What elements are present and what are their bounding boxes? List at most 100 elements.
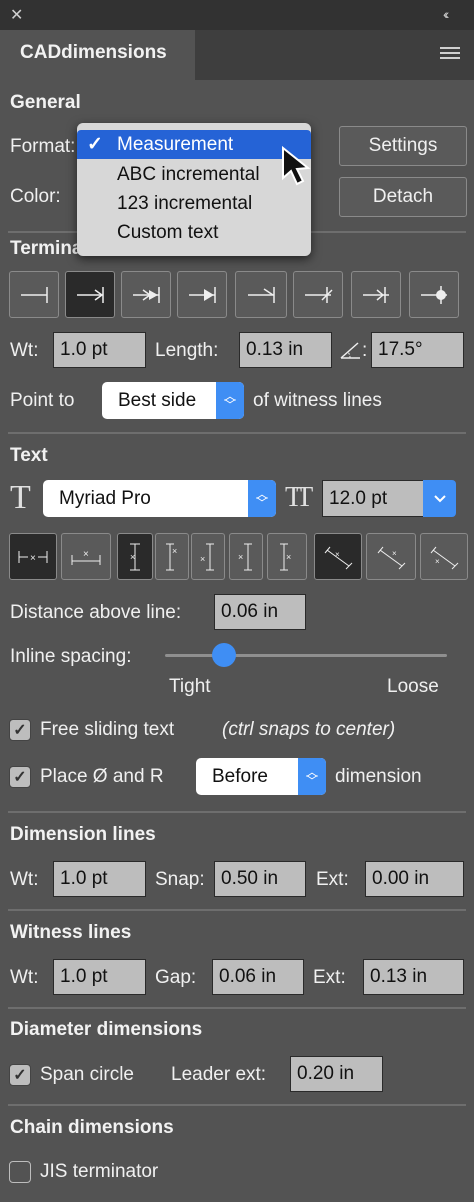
font-select[interactable]: Myriad Pro ︿ ﹀ — [43, 480, 276, 517]
terminator-arrow-in-icon — [77, 286, 104, 303]
slider-thumb[interactable] — [212, 643, 237, 667]
format-option-custom-text[interactable]: Custom text — [77, 218, 311, 247]
snap-field[interactable]: 0.50 in — [214, 861, 306, 897]
point-to-value: Best side — [118, 389, 197, 411]
divider — [8, 1104, 466, 1106]
settings-button[interactable]: Settings — [339, 126, 467, 166]
snap-label: Snap: — [155, 869, 205, 890]
font-size-field[interactable]: 12.0 pt — [322, 480, 424, 517]
svg-text:×: × — [200, 554, 205, 564]
checkmark-icon: ✓ — [13, 769, 27, 786]
terminator-slash-icon — [305, 286, 333, 303]
format-label: Format: — [10, 136, 76, 157]
place-symbol-select[interactable]: Before ︿ ﹀ — [196, 758, 326, 795]
terminator-wt-field[interactable]: 1.0 pt — [53, 332, 146, 368]
chevron-updown-icon: ︿ ﹀ — [298, 758, 326, 795]
chevron-updown-icon: ︿ ﹀ — [216, 382, 244, 419]
svg-text:×: × — [83, 549, 89, 560]
terminator-filled-arrow-button[interactable] — [177, 271, 227, 318]
terminator-open-arrow-button[interactable] — [235, 271, 287, 318]
format-option-label: ABC incremental — [117, 163, 260, 185]
terminator-slash-button[interactable] — [293, 271, 343, 318]
svg-text:×: × — [286, 552, 291, 562]
text-vertical-4-icon: × — [238, 543, 252, 570]
section-witness-lines-title: Witness lines — [10, 922, 132, 943]
leader-ext-field[interactable]: 0.20 in — [290, 1056, 383, 1092]
text-aligned-1-icon: × — [324, 546, 353, 569]
witness-ext-label: Ext: — [313, 967, 346, 988]
tab-caddimensions[interactable]: CADdimensions — [0, 30, 195, 82]
svg-text:×: × — [238, 552, 243, 562]
checkmark-icon: ✓ — [87, 134, 103, 155]
format-option-123-incremental[interactable]: 123 incremental — [77, 189, 311, 218]
place-symbol-checkbox[interactable]: ✓ — [9, 766, 31, 788]
detach-button[interactable]: Detach — [339, 177, 467, 217]
section-text-title: Text — [10, 445, 48, 466]
text-above-icon: × — [71, 549, 101, 565]
terminator-angle-field[interactable]: 17.5° — [371, 332, 464, 368]
place-symbol-suffix: dimension — [335, 766, 422, 787]
terminator-arrow-slash-icon — [363, 286, 389, 303]
text-vertical-2-button[interactable]: × — [155, 533, 189, 580]
free-sliding-label: Free sliding text — [40, 719, 175, 740]
gap-field[interactable]: 0.06 in — [212, 959, 304, 995]
dimension-ext-field[interactable]: 0.00 in — [365, 861, 464, 897]
distance-above-line-field[interactable]: 0.06 in — [214, 594, 306, 630]
terminator-double-arrow-icon — [133, 286, 160, 303]
format-option-measurement[interactable]: ✓ Measurement — [77, 130, 311, 159]
text-vertical-5-button[interactable]: × — [267, 533, 307, 580]
panel-menu-icon[interactable] — [440, 45, 460, 61]
terminator-dot-button[interactable] — [409, 271, 459, 318]
format-option-label: 123 incremental — [117, 192, 253, 214]
text-aligned-2-button[interactable]: × — [366, 533, 416, 580]
terminator-arrow-in-button[interactable] — [65, 271, 115, 318]
format-option-abc-incremental[interactable]: ABC incremental — [77, 160, 311, 189]
point-to-select[interactable]: Best side ︿ ﹀ — [102, 382, 244, 419]
angle-icon — [340, 340, 362, 360]
text-vertical-3-button[interactable]: × — [191, 533, 225, 580]
terminator-length-field[interactable]: 0.13 in — [239, 332, 332, 368]
point-to-label: Point to — [10, 390, 75, 411]
dimension-wt-field[interactable]: 1.0 pt — [53, 861, 146, 897]
text-above-button[interactable]: × — [61, 533, 111, 580]
text-inline-button[interactable]: × — [9, 533, 57, 580]
divider — [8, 432, 466, 434]
svg-text:×: × — [335, 550, 340, 559]
svg-text:×: × — [435, 557, 440, 566]
text-inline-icon: × — [18, 550, 48, 564]
text-vertical-5-icon: × — [280, 543, 291, 570]
terminator-bar-button[interactable] — [9, 271, 59, 318]
font-size-icon: TT — [285, 482, 313, 513]
tab-title: CADdimensions — [20, 42, 167, 63]
terminator-bar-icon — [21, 286, 48, 303]
witness-ext-field[interactable]: 0.13 in — [363, 959, 464, 995]
witness-wt-label: Wt: — [10, 967, 39, 988]
span-circle-label: Span circle — [40, 1064, 134, 1085]
terminator-dot-icon — [421, 285, 447, 304]
close-icon[interactable]: ✕ — [10, 5, 23, 25]
font-type-icon: T — [10, 479, 31, 516]
free-sliding-checkbox[interactable]: ✓ — [9, 719, 31, 741]
section-dimension-lines-title: Dimension lines — [10, 824, 156, 845]
span-circle-checkbox[interactable]: ✓ — [9, 1064, 31, 1086]
jis-terminator-checkbox[interactable] — [9, 1161, 31, 1183]
witness-wt-field[interactable]: 1.0 pt — [53, 959, 146, 995]
inline-spacing-slider[interactable] — [165, 642, 447, 668]
chevron-updown-icon: ︿ ﹀ — [248, 480, 276, 517]
text-aligned-1-button[interactable]: × — [314, 533, 362, 580]
text-vertical-1-button[interactable]: × — [117, 533, 153, 580]
collapse-icon[interactable]: ‹‹ — [443, 6, 450, 22]
text-vertical-4-button[interactable]: × — [229, 533, 263, 580]
terminator-arrow-slash-button[interactable] — [351, 271, 401, 318]
chevron-down-icon — [433, 494, 446, 502]
format-option-label: Custom text — [117, 221, 219, 243]
angle-label: : — [362, 340, 368, 361]
terminator-double-arrow-button[interactable] — [121, 271, 171, 318]
text-aligned-3-button[interactable]: × — [420, 533, 468, 580]
text-aligned-3-icon: × — [430, 546, 459, 569]
dimension-wt-label: Wt: — [10, 869, 39, 890]
font-size-dropdown-button[interactable] — [423, 480, 456, 517]
section-general-title: General — [10, 92, 81, 113]
gap-label: Gap: — [155, 967, 197, 988]
section-chain-title: Chain dimensions — [10, 1117, 174, 1138]
